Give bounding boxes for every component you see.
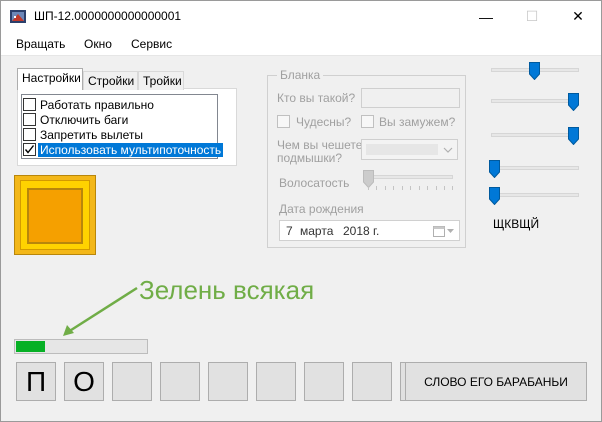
maximize-icon: ☐: [525, 8, 539, 24]
maximize-button: ☐: [509, 1, 555, 32]
letter-box[interactable]: О: [64, 362, 104, 401]
scratch-select[interactable]: [361, 139, 458, 160]
letter-box[interactable]: [304, 362, 344, 401]
letter-box[interactable]: [160, 362, 200, 401]
who-input[interactable]: [361, 88, 460, 108]
slider-track[interactable]: [491, 166, 579, 170]
letter-box[interactable]: [112, 362, 152, 401]
progress-bar: [14, 339, 148, 354]
minimize-button[interactable]: —: [463, 1, 509, 32]
birth-date-label: Дата рождения: [279, 202, 364, 216]
hairiness-label: Волосатость: [279, 176, 350, 190]
title-bar[interactable]: ШП-12.0000000000000001 — ☐ ✕: [1, 1, 601, 32]
scratch-label-line1: Чем вы чешете: [277, 138, 363, 152]
menu-window[interactable]: Окно: [84, 37, 112, 51]
checkmark-icon[interactable]: [23, 143, 36, 156]
option-work-correctly[interactable]: Работать правильно: [23, 97, 154, 112]
slider-thumb[interactable]: [528, 62, 540, 80]
slider-thumb[interactable]: [568, 93, 579, 111]
close-icon: ✕: [572, 8, 584, 24]
option-forbid-crashes[interactable]: Запретить вылеты: [23, 127, 143, 142]
letter-box[interactable]: [208, 362, 248, 401]
tab-stroyki[interactable]: Стройки: [83, 71, 138, 90]
menu-service[interactable]: Сервис: [131, 37, 172, 51]
letter-box[interactable]: П: [16, 362, 56, 401]
checkbox-icon[interactable]: [23, 113, 36, 126]
birth-year: 2018 г.: [343, 224, 380, 238]
sliders-label: ЩКВЩЙ: [493, 217, 540, 231]
calendar-icon[interactable]: [433, 225, 445, 237]
slider-thumb[interactable]: [489, 160, 500, 178]
window-title: ШП-12.0000000000000001: [34, 9, 182, 23]
orange-square-inner: [27, 188, 83, 244]
married-label: Вы замужем?: [379, 115, 456, 129]
checkbox-icon[interactable]: [23, 98, 36, 111]
spell-drum-button[interactable]: СЛОВО ЕГО БАРАБАНЬИ: [405, 362, 587, 401]
menu-bar: Вращать Окно Сервис: [1, 32, 601, 56]
main-window: ШП-12.0000000000000001 — ☐ ✕ Вращать Окн…: [0, 0, 602, 422]
scratch-label-line2: подмышки?: [277, 151, 343, 165]
close-button[interactable]: ✕: [555, 1, 601, 32]
progress-fill: [16, 341, 45, 352]
scratch-select-value: [366, 144, 438, 155]
tab-settings[interactable]: Настройки: [17, 68, 83, 90]
option-disable-bugs[interactable]: Отключить баги: [23, 112, 128, 127]
slider-thumb[interactable]: [489, 187, 500, 205]
slider-track[interactable]: [491, 133, 579, 137]
who-label: Кто вы такой?: [277, 91, 356, 105]
checkbox-icon[interactable]: [23, 128, 36, 141]
menu-rotate[interactable]: Вращать: [16, 37, 65, 51]
arrow-icon: [63, 286, 138, 336]
chevron-down-icon: [443, 147, 453, 153]
annotation-text: Зелень всякая: [139, 275, 315, 305]
option-use-multithreading[interactable]: Использовать мультипоточность: [23, 142, 224, 157]
letter-box[interactable]: [256, 362, 296, 401]
app-icon: [10, 10, 26, 23]
slider-track[interactable]: [491, 99, 579, 103]
letter-box[interactable]: [352, 362, 392, 401]
tab-troyki[interactable]: Тройки: [138, 71, 184, 90]
married-checkbox[interactable]: [361, 115, 374, 128]
minimize-icon: —: [479, 8, 493, 25]
settings-checklist[interactable]: Работать правильно Отключить баги Запрет…: [21, 94, 224, 159]
slider-track[interactable]: [491, 193, 579, 197]
birth-month: марта: [300, 224, 334, 238]
blanka-group-title: Бланка: [277, 68, 324, 82]
slider-thumb[interactable]: [568, 127, 579, 145]
birth-day: 7: [286, 224, 293, 238]
wonderful-checkbox[interactable]: [277, 115, 290, 128]
chevron-down-icon[interactable]: [447, 229, 454, 234]
wonderful-label: Чудесны?: [296, 115, 352, 129]
birth-date-picker[interactable]: 7 марта 2018 г.: [279, 220, 460, 241]
